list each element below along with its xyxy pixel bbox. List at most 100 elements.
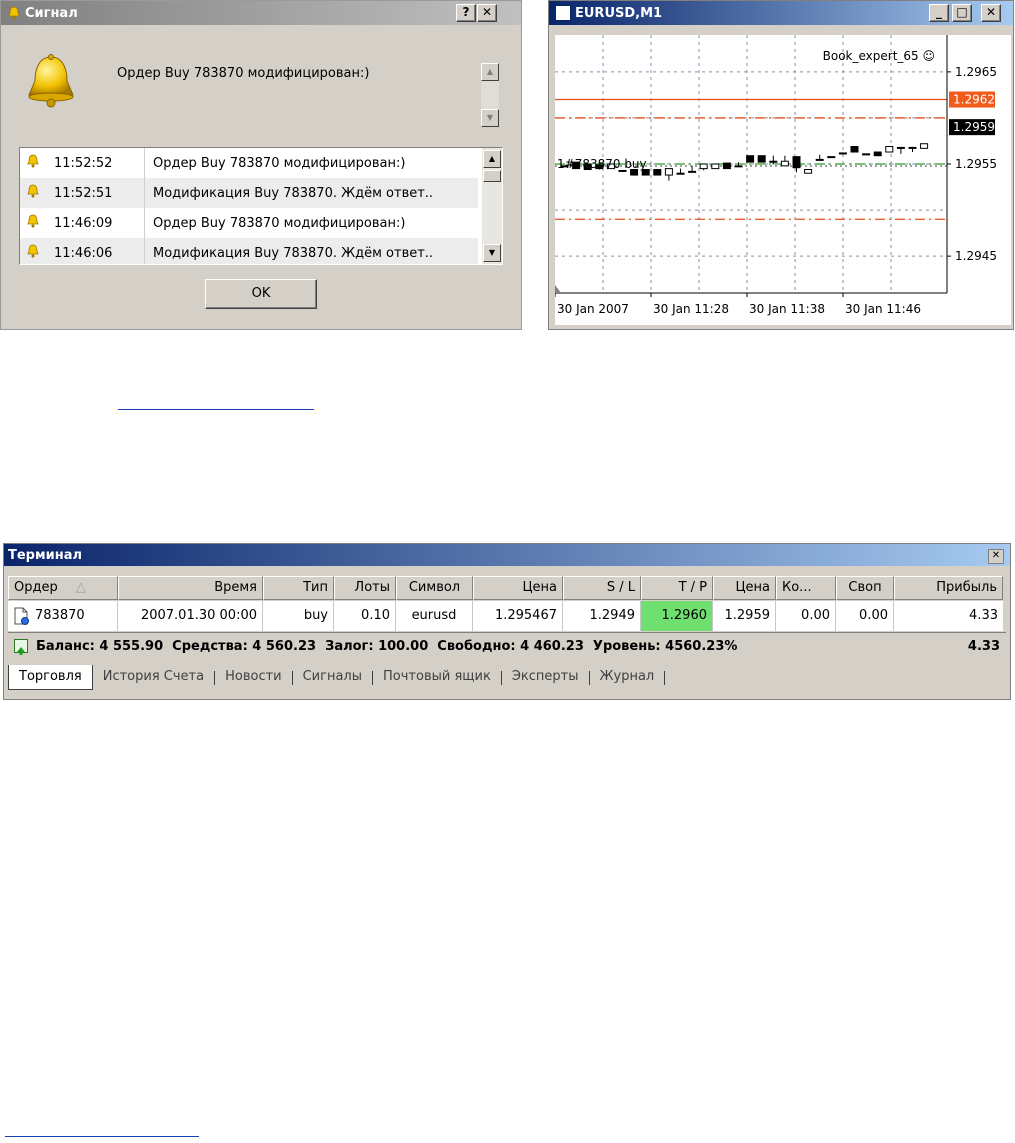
column-header-order[interactable]: Ордер △: [8, 576, 118, 600]
column-header-current-price[interactable]: Цена: [713, 576, 776, 600]
signal-log-list[interactable]: 11:52:52 Ордер Buy 783870 модифицирован:…: [19, 147, 503, 265]
log-time: 11:46:06: [54, 245, 113, 261]
type-cell: buy: [263, 601, 334, 631]
bell-icon: [26, 154, 42, 172]
swap-cell: 0.00: [836, 601, 894, 631]
log-text: Модификация Buy 783870. Ждём ответ..: [153, 245, 434, 261]
bid-price-marker-label: 1.2959: [953, 120, 995, 134]
log-text: Ордер Buy 783870 модифицирован:): [153, 155, 406, 171]
large-bell-icon: [23, 53, 79, 109]
list-item[interactable]: 11:46:09 Ордер Buy 783870 модифицирован:…: [20, 208, 478, 238]
balance-up-icon: [14, 639, 28, 655]
column-header-swap[interactable]: Своп: [836, 576, 894, 600]
order-cell: 783870: [8, 601, 118, 631]
tab-signals[interactable]: Сигналы: [293, 665, 372, 689]
list-item[interactable]: 11:52:52 Ордер Buy 783870 модифицирован:…: [20, 148, 478, 178]
terminal-titlebar[interactable]: Терминал: [4, 544, 1010, 566]
list-scroll-up-button[interactable]: ▲: [483, 150, 501, 168]
candle-body: [838, 152, 847, 155]
column-header-commission[interactable]: Ко...: [776, 576, 836, 600]
candle-body: [827, 156, 836, 159]
close-button[interactable]: ✕: [981, 4, 1001, 22]
x-tick-label: 30 Jan 11:46: [845, 302, 921, 316]
candle-body: [780, 160, 789, 167]
y-tick-label: 1.2945: [955, 249, 997, 263]
price-cell: 1.295467: [473, 601, 563, 631]
candle-body: [688, 170, 697, 173]
candle-body: [896, 146, 905, 149]
column-header-price[interactable]: Цена: [473, 576, 563, 600]
bell-icon: [26, 214, 42, 232]
tab-experts[interactable]: Эксперты: [502, 665, 589, 689]
link-underline[interactable]: [5, 1136, 199, 1137]
maximize-button[interactable]: □: [952, 4, 972, 22]
order-label: 1#783870 buy: [557, 157, 647, 171]
commission-cell: 0.00: [776, 601, 836, 631]
tab-trading[interactable]: Торговля: [8, 665, 93, 690]
chart-window-icon: [555, 5, 571, 46]
message-scroll-track[interactable]: [481, 81, 499, 109]
log-text: Модификация Buy 783870. Ждём ответ..: [153, 185, 434, 201]
column-header-sl[interactable]: S / L: [563, 576, 641, 600]
chart-window: EURUSD,M1 _ □ ✕ 1.2962 1.2959 1.2965 1.295…: [548, 0, 1014, 330]
current-price-cell: 1.2959: [713, 601, 776, 631]
candle-body: [873, 151, 882, 157]
list-scroll-thumb[interactable]: [483, 170, 501, 182]
terminal-panel: Терминал ✕ Ордер △ Время Тип Лоты Символ…: [3, 543, 1011, 700]
sort-asc-icon: △: [75, 580, 86, 595]
column-header-symbol[interactable]: Символ: [396, 576, 473, 600]
candle-body: [676, 172, 685, 175]
tab-journal[interactable]: Журнал: [590, 665, 665, 689]
ok-button[interactable]: OK: [205, 279, 317, 309]
candle-body: [769, 160, 778, 163]
minimize-button[interactable]: _: [929, 4, 949, 22]
candle-body: [746, 155, 755, 163]
bell-icon: [7, 6, 21, 20]
log-time: 11:52:51: [54, 185, 113, 201]
bell-icon: [26, 244, 42, 262]
column-header-lots[interactable]: Лоты: [334, 576, 396, 600]
terminal-title: Терминал: [8, 547, 83, 563]
signal-dialog: Сигнал ? ✕ Ордер Buy 783870 модифицирова…: [0, 0, 522, 330]
message-scroll-up-button[interactable]: ▲: [481, 63, 499, 81]
document-icon: [13, 607, 29, 625]
candle-body: [920, 143, 929, 149]
lots-cell: 0.10: [334, 601, 396, 631]
list-scroll-down-button[interactable]: ▼: [483, 244, 501, 262]
price-chart[interactable]: 1.2962 1.2959 1.2965 1.2955 1.2945 30 Jan 2…: [555, 35, 1011, 325]
summary-profit: 4.33: [967, 639, 1000, 654]
signal-title: Сигнал: [25, 5, 78, 21]
tp-cell: 1.2960: [641, 601, 713, 631]
column-header-profit[interactable]: Прибыль: [894, 576, 1003, 600]
signal-titlebar[interactable]: Сигнал: [1, 1, 521, 25]
candle-body: [804, 169, 813, 174]
account-summary-row: Баланс: 4 555.90 Средства: 4 560.23 Зало…: [8, 632, 1006, 661]
candle-body: [699, 163, 708, 170]
list-item[interactable]: 11:46:06 Модификация Buy 783870. Ждём от…: [20, 238, 478, 264]
column-header-type[interactable]: Тип: [263, 576, 334, 600]
column-header-time[interactable]: Время: [118, 576, 263, 600]
terminal-tabs: Торговля История Счета Новости Сигналы П…: [8, 665, 1006, 691]
tab-mailbox[interactable]: Почтовый ящик: [373, 665, 501, 689]
bell-icon: [26, 184, 42, 202]
candle-body: [850, 145, 859, 153]
chart-title: EURUSD,M1: [575, 5, 663, 21]
list-item[interactable]: 11:52:51 Модификация Buy 783870. Ждём от…: [20, 178, 478, 208]
candle-body: [722, 162, 731, 170]
close-button[interactable]: ✕: [477, 4, 497, 22]
table-row[interactable]: 783870 2007.01.30 00:00 buy 0.10 eurusd …: [8, 601, 1003, 631]
column-header-tp[interactable]: T / P: [641, 576, 713, 600]
help-button[interactable]: ?: [456, 4, 476, 22]
log-time: 11:46:09: [54, 215, 113, 231]
list-scrollbar[interactable]: ▲ ▼: [482, 148, 502, 264]
log-time: 11:52:52: [54, 155, 113, 171]
candle-body: [653, 169, 662, 176]
close-button[interactable]: ✕: [988, 549, 1004, 564]
tab-news[interactable]: Новости: [215, 665, 292, 689]
message-scroll-down-button[interactable]: ▼: [481, 109, 499, 127]
tp-price-marker-label: 1.2962: [953, 93, 995, 107]
candle-body: [908, 146, 917, 149]
tab-account-history[interactable]: История Счета: [93, 665, 214, 689]
candle-body: [885, 145, 894, 153]
link-underline[interactable]: [118, 409, 314, 410]
